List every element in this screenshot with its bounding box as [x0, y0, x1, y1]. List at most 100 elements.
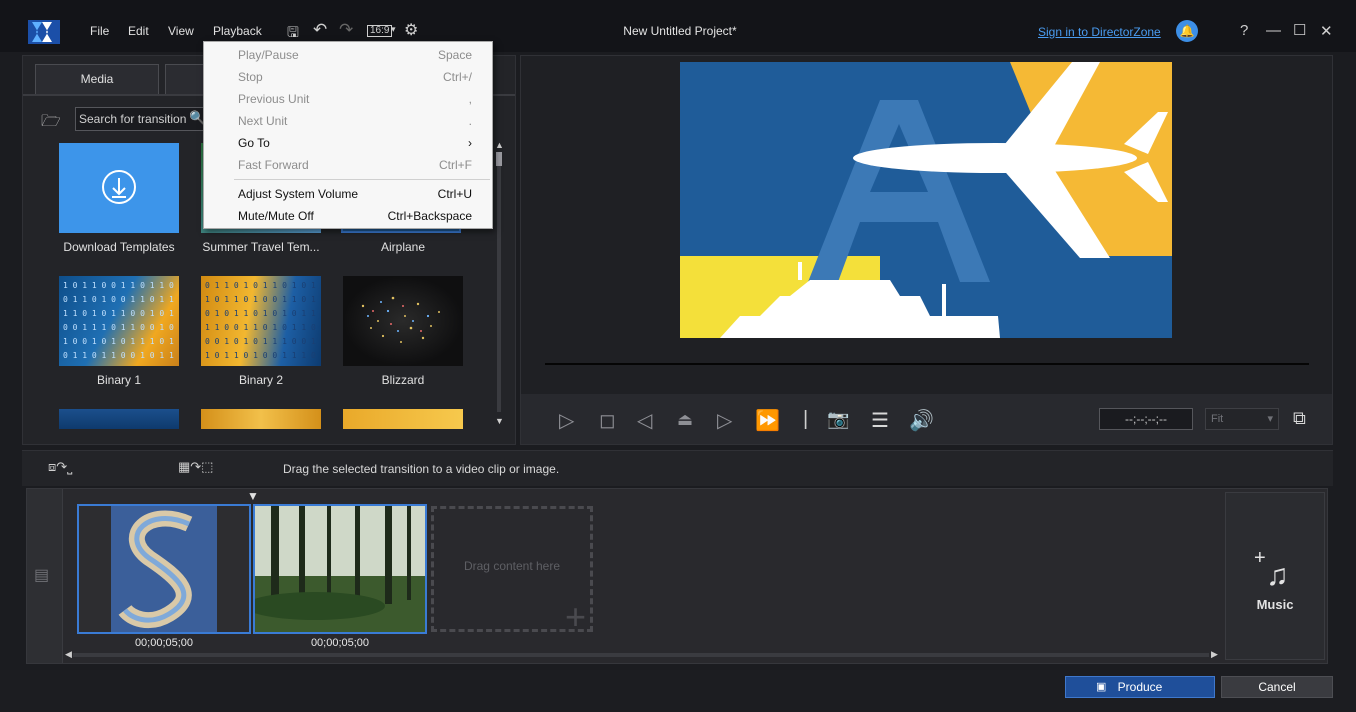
menu-item-label: Adjust System Volume: [238, 187, 359, 201]
menu-playback[interactable]: Playback: [213, 24, 262, 38]
notification-bell-icon[interactable]: 🔔: [1176, 20, 1198, 42]
menu-item-adjust-system-volume[interactable]: Adjust System Volume Ctrl+U: [204, 183, 492, 205]
menu-item-label: Play/Pause: [238, 48, 299, 62]
menu-edit[interactable]: Edit: [128, 24, 149, 38]
thumb-download-templates[interactable]: [59, 143, 179, 233]
produce-button[interactable]: ▣ Produce: [1065, 676, 1215, 698]
add-music-button[interactable]: + ♫ Music: [1225, 492, 1325, 660]
svg-text:1 0 1 1 0 1 0 0 1 1 1 0: 1 0 1 1 0 1 0 0 1 1 1 0: [205, 351, 316, 360]
thumb-partial[interactable]: [343, 409, 463, 429]
fast-forward-icon[interactable]: ⏩: [755, 408, 780, 433]
produce-icon: ▣: [1096, 681, 1107, 693]
sign-in-link[interactable]: Sign in to DirectorZone: [1038, 25, 1161, 39]
split-icon[interactable]: ⏏: [677, 410, 693, 430]
clip-duration: 00;00;05;00: [310, 637, 370, 649]
volume-icon[interactable]: 🔊: [909, 408, 934, 433]
storyboard-sidebar: ▤: [27, 489, 63, 663]
redo-icon[interactable]: ↷: [339, 20, 353, 40]
thumb-binary-1[interactable]: 1 0 1 1 0 0 1 1 0 1 1 0 0 1 1 0 1 0 0 1 …: [59, 276, 179, 366]
menu-item-label: Go To: [238, 136, 270, 150]
menu-item-shortcut: .: [468, 114, 472, 128]
thumb-label: Airplane: [380, 240, 426, 254]
snapshot-camera-icon[interactable]: 📷: [827, 409, 849, 430]
svg-text:1 0 0 1 0 1 0 1 1 1 0 1: 1 0 0 1 0 1 0 1 1 1 0 1: [63, 337, 174, 346]
menu-separator: [234, 179, 490, 180]
svg-text:1 0 1 1 0 1 0 0 1 1 0 1: 1 0 1 1 0 1 0 0 1 1 0 1: [205, 295, 316, 304]
menu-item-label: Next Unit: [238, 114, 288, 128]
next-frame-icon[interactable]: ▷: [717, 408, 732, 433]
add-plus-icon[interactable]: +: [565, 599, 586, 635]
svg-text:0 0 1 1 1 0 1 1 0 0 1 0: 0 0 1 1 1 0 1 1 0 0 1 0: [63, 323, 174, 332]
thumb-partial[interactable]: [59, 409, 179, 429]
scroll-down-icon[interactable]: ▼: [495, 416, 504, 426]
menu-file[interactable]: File: [90, 24, 109, 38]
svg-text:0 1 1 0 1 0 0 1 1 0 1 1: 0 1 1 0 1 0 0 1 1 0 1 1: [63, 295, 174, 304]
submenu-arrow-icon: ›: [468, 136, 472, 150]
search-input[interactable]: Search for transition: [75, 107, 207, 131]
zoom-fit-select[interactable]: Fit ▾: [1205, 408, 1279, 430]
thumb-label: Summer Travel Tem...: [202, 240, 320, 254]
thumb-label: Download Templates: [63, 240, 175, 254]
import-folder-icon[interactable]: 🗁: [41, 110, 61, 137]
close-icon[interactable]: ✕: [1320, 22, 1333, 40]
previous-frame-icon[interactable]: ◁: [637, 408, 652, 433]
menu-view[interactable]: View: [168, 24, 194, 38]
stop-icon[interactable]: ◻: [599, 408, 616, 433]
menu-item-play-pause[interactable]: Play/Pause Space: [204, 44, 492, 66]
thumb-blizzard[interactable]: [343, 276, 463, 366]
undo-icon[interactable]: ↶: [313, 20, 327, 40]
svg-text:0 1 0 1 1 0 1 0 1 0 1 1: 0 1 0 1 1 0 1 0 1 0 1 1: [205, 309, 316, 318]
menu-item-next-unit[interactable]: Next Unit .: [204, 110, 492, 132]
preview-timeline-bar[interactable]: [545, 363, 1309, 365]
settings-gear-icon[interactable]: ⚙: [404, 20, 418, 40]
storyboard-clip-2[interactable]: [253, 504, 427, 634]
storyboard-view-icon[interactable]: ▤: [34, 565, 49, 585]
divider: |: [803, 408, 809, 430]
scroll-track[interactable]: [497, 152, 501, 412]
menu-item-mute[interactable]: Mute/Mute Off Ctrl+Backspace: [204, 205, 492, 227]
help-icon[interactable]: ?: [1240, 22, 1248, 39]
play-icon[interactable]: ▷: [559, 408, 574, 433]
minimize-icon[interactable]: —: [1266, 22, 1281, 39]
blizzard-particles: [361, 296, 440, 343]
menu-item-go-to[interactable]: Go To ›: [204, 132, 492, 154]
timecode-display[interactable]: --;--;--;--: [1099, 408, 1193, 430]
scroll-right-icon[interactable]: ▶: [1211, 649, 1218, 660]
undock-preview-icon[interactable]: ⧉: [1293, 408, 1306, 429]
clip-duration: 00;00;05;00: [134, 637, 194, 649]
menu-item-stop[interactable]: Stop Ctrl+/: [204, 66, 492, 88]
tab-second[interactable]: [165, 64, 205, 94]
subtitle-icon[interactable]: ☰: [871, 408, 889, 433]
tab-media[interactable]: Media: [35, 64, 159, 94]
scroll-up-icon[interactable]: ▲: [495, 140, 504, 150]
storyboard-scrollbar[interactable]: ◀ ▶: [63, 649, 1223, 661]
music-note-icon: ♫: [1266, 559, 1289, 592]
chevron-down-icon[interactable]: ▾: [391, 24, 396, 35]
transition-cross-icon[interactable]: ▦↷⬚: [178, 459, 213, 475]
playhead-icon[interactable]: ▼: [247, 489, 259, 503]
storyboard-clip-1[interactable]: [77, 504, 251, 634]
chevron-down-icon: ▾: [1267, 413, 1273, 425]
transition-overlap-icon[interactable]: ⧈↷⎵: [48, 459, 72, 475]
library-scrollbar[interactable]: ▲ ▼: [495, 140, 504, 428]
preview-video: [680, 62, 1172, 338]
svg-text:1 1 0 0 1 1 0 1 0 1 1 0: 1 1 0 0 1 1 0 1 0 1 1 0: [205, 323, 316, 332]
menu-item-shortcut: Ctrl+Backspace: [387, 209, 472, 223]
maximize-icon[interactable]: ☐: [1293, 21, 1306, 39]
svg-text:1 0 1 1 0 0 1 1 0 1 1 0: 1 0 1 1 0 0 1 1 0 1 1 0: [63, 281, 174, 290]
menu-item-fast-forward[interactable]: Fast Forward Ctrl+F: [204, 154, 492, 176]
scroll-track[interactable]: [73, 653, 1209, 657]
menu-item-shortcut: Ctrl+F: [439, 158, 472, 172]
storyboard-area: ▤ ▼ 00;00;05;00 00;00;05;00 Drag content…: [26, 488, 1328, 664]
drop-zone-text: Drag content here: [463, 559, 561, 573]
thumb-partial[interactable]: [201, 409, 321, 429]
thumb-binary-2[interactable]: 0 1 1 0 1 0 1 1 0 1 0 1 1 0 1 1 0 1 0 0 …: [201, 276, 321, 366]
clip-thumbnail: [79, 506, 249, 632]
aspect-ratio-button[interactable]: 16:9: [367, 25, 393, 37]
scroll-left-icon[interactable]: ◀: [65, 649, 72, 660]
menu-item-previous-unit[interactable]: Previous Unit ,: [204, 88, 492, 110]
cancel-button[interactable]: Cancel: [1221, 676, 1333, 698]
clip-thumbnail: [255, 506, 425, 632]
menu-item-label: Previous Unit: [238, 92, 310, 106]
scroll-thumb[interactable]: [496, 152, 502, 166]
